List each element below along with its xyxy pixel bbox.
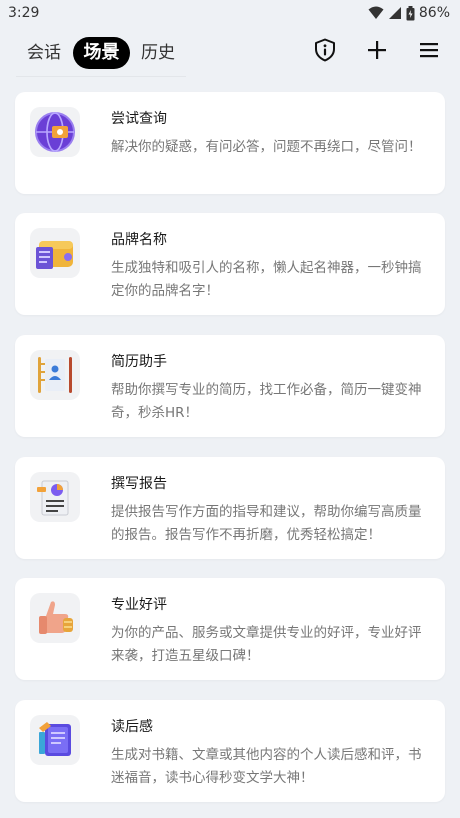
- status-indicators: 86%: [368, 5, 450, 21]
- battery-percent: 86%: [418, 5, 450, 21]
- tab-history[interactable]: 历史: [138, 37, 178, 69]
- scene-card[interactable]: 简历助手 帮助你撰写专业的简历，找工作必备，简历一键变神奇，秒杀HR！: [15, 335, 445, 437]
- card-title: 简历助手: [111, 354, 167, 370]
- card-title: 读后感: [111, 719, 153, 735]
- card-desc: 生成独特和吸引人的名称，懒人起名神器，一秒钟搞定你的品牌名字！: [111, 260, 422, 299]
- book-icon: [30, 715, 80, 765]
- status-bar: 3:29 86%: [0, 0, 460, 26]
- globe-icon: [30, 107, 80, 157]
- top-actions: [312, 37, 442, 63]
- top-bar: 会话 场景 历史: [0, 30, 460, 77]
- menu-icon[interactable]: [416, 37, 442, 63]
- report-icon: [30, 472, 80, 522]
- wifi-icon: [368, 6, 384, 20]
- shield-info-icon[interactable]: [312, 37, 338, 63]
- scene-card[interactable]: 撰写报告 提供报告写作方面的指导和建议，帮助你编写高质量的报告。报告写作不再折磨…: [15, 457, 445, 559]
- add-icon[interactable]: [364, 37, 390, 63]
- tab-scene[interactable]: 场景: [73, 37, 130, 69]
- card-title: 尝试查询: [111, 111, 167, 127]
- card-title: 品牌名称: [111, 232, 167, 248]
- status-time: 3:29: [8, 5, 40, 21]
- scene-card[interactable]: 专业好评 为你的产品、服务或文章提供专业的好评，专业好评来袭，打造五星级口碑！: [15, 578, 445, 680]
- scene-card[interactable]: 读后感 生成对书籍、文章或其他内容的个人读后感和评，书迷福音，读书心得秒变文学大…: [15, 700, 445, 802]
- card-desc: 生成对书籍、文章或其他内容的个人读后感和评，书迷福音，读书心得秒变文学大神！: [111, 747, 422, 786]
- card-title: 专业好评: [111, 597, 167, 613]
- wallet-icon: [30, 228, 80, 278]
- scene-card[interactable]: 尝试查询 解决你的疑惑，有问必答，问题不再绕口，尽管问！: [15, 92, 445, 194]
- signal-icon: [388, 6, 402, 20]
- card-desc: 解决你的疑惑，有问必答，问题不再绕口，尽管问！: [111, 139, 422, 155]
- scene-card[interactable]: 品牌名称 生成独特和吸引人的名称，懒人起名神器，一秒钟搞定你的品牌名字！: [15, 213, 445, 315]
- card-desc: 帮助你撰写专业的简历，找工作必备，简历一键变神奇，秒杀HR！: [111, 382, 422, 421]
- battery-icon: [406, 5, 415, 21]
- card-desc: 为你的产品、服务或文章提供专业的好评，专业好评来袭，打造五星级口碑！: [111, 625, 422, 664]
- card-desc: 提供报告写作方面的指导和建议，帮助你编写高质量的报告。报告写作不再折磨，优秀轻松…: [111, 504, 422, 543]
- thumbs-up-icon: [30, 593, 80, 643]
- card-title: 撰写报告: [111, 476, 167, 492]
- tab-chat[interactable]: 会话: [24, 37, 64, 69]
- tab-bar: 会话 场景 历史: [16, 34, 186, 77]
- resume-icon: [30, 350, 80, 400]
